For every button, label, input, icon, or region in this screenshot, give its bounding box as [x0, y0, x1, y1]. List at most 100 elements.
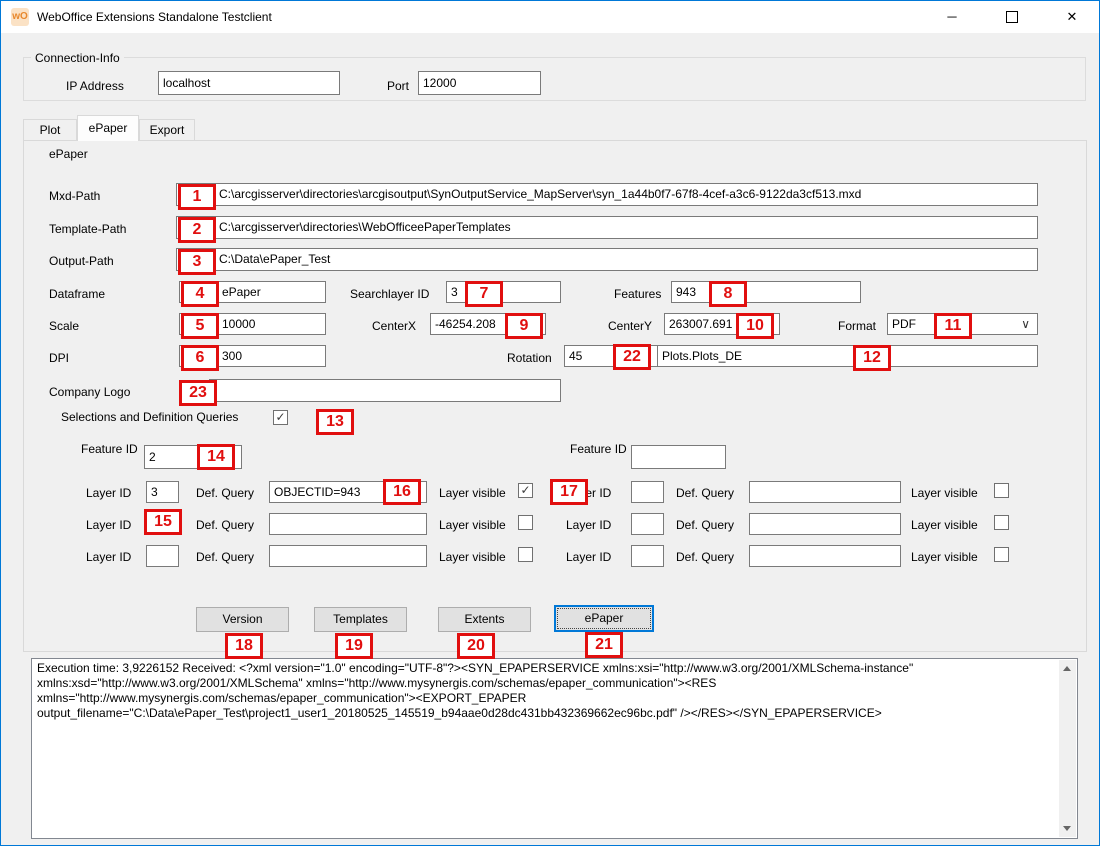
annotation-marker-2: 2: [178, 217, 216, 243]
def-query-label: Def. Query: [196, 550, 254, 564]
app-window: wO WebOffice Extensions Standalone Testc…: [0, 0, 1100, 846]
annotation-marker-8: 8: [709, 281, 747, 307]
layer-id-label: Layer ID: [566, 550, 611, 564]
epaper-button[interactable]: ePaper: [554, 605, 654, 632]
def-query-label: Def. Query: [196, 518, 254, 532]
layer-visible-label: Layer visible: [911, 486, 978, 500]
layer-id-input[interactable]: [631, 481, 664, 503]
layer-visible-checkbox[interactable]: [518, 547, 533, 562]
port-label: Port: [387, 79, 409, 93]
def-query-input[interactable]: [269, 545, 427, 567]
annotation-marker-5: 5: [181, 313, 219, 339]
layer-id-input[interactable]: 3: [146, 481, 179, 503]
annotation-marker-12: 12: [853, 345, 891, 371]
rotation-label: Rotation: [507, 351, 552, 365]
layer-visible-label: Layer visible: [439, 518, 506, 532]
layer-id-label: Layer ID: [86, 486, 131, 500]
app-icon: wO: [11, 8, 29, 26]
close-icon: ✕: [1067, 9, 1078, 24]
log-text: Execution time: 3,9226152 Received: <?xm…: [37, 661, 1055, 721]
annotation-marker-1: 1: [178, 184, 216, 210]
port-input[interactable]: 12000: [418, 71, 541, 95]
mxd-path-input[interactable]: C:\arcgisserver\directories\arcgisoutput…: [176, 183, 1038, 206]
annotation-marker-23: 23: [179, 380, 217, 406]
annotation-marker-18: 18: [225, 633, 263, 659]
layer-id-input[interactable]: [146, 545, 179, 567]
template-path-input[interactable]: C:\arcgisserver\directories\WebOfficeePa…: [176, 216, 1038, 239]
layer-visible-checkbox[interactable]: [994, 547, 1009, 562]
features-label: Features: [614, 287, 661, 301]
annotation-marker-3: 3: [178, 249, 216, 275]
scroll-up-icon[interactable]: [1063, 666, 1071, 671]
maximize-icon: [1006, 11, 1018, 23]
chevron-down-icon: ∨: [1021, 314, 1030, 334]
output-path-label: Output-Path: [49, 254, 114, 268]
selections-group-legend: Selections and Definition Queries: [57, 410, 242, 424]
annotation-marker-13: 13: [316, 409, 354, 435]
templates-button[interactable]: Templates: [314, 607, 407, 632]
layer-visible-checkbox[interactable]: [518, 515, 533, 530]
tab-plot[interactable]: Plot: [23, 119, 77, 140]
layer-id-input[interactable]: [631, 513, 664, 535]
def-query-input[interactable]: [749, 481, 901, 503]
layer-visible-checkbox[interactable]: [994, 483, 1009, 498]
layer-visible-checkbox[interactable]: [518, 483, 533, 498]
searchlayer-id-input[interactable]: 3: [446, 281, 561, 303]
annotation-marker-17: 17: [550, 479, 588, 505]
scale-label: Scale: [49, 319, 79, 333]
tab-export[interactable]: Export: [139, 119, 195, 140]
def-query-label: Def. Query: [676, 518, 734, 532]
mxd-path-label: Mxd-Path: [49, 189, 100, 203]
annotation-marker-4: 4: [181, 281, 219, 307]
annotation-marker-22: 22: [613, 344, 651, 370]
extents-button[interactable]: Extents: [438, 607, 531, 632]
layer-id-input[interactable]: [631, 545, 664, 567]
def-query-input[interactable]: [749, 545, 901, 567]
annotation-marker-9: 9: [505, 313, 543, 339]
log-output[interactable]: Execution time: 3,9226152 Received: <?xm…: [31, 658, 1078, 839]
annotation-marker-10: 10: [736, 313, 774, 339]
layer-id-label: Layer ID: [86, 550, 131, 564]
template-input[interactable]: Plots.Plots_DE: [657, 345, 1038, 367]
annotation-marker-15: 15: [144, 509, 182, 535]
annotation-marker-20: 20: [457, 633, 495, 659]
annotation-marker-11: 11: [934, 313, 972, 339]
dpi-label: DPI: [49, 351, 69, 365]
minimize-icon: ─: [947, 9, 956, 24]
ip-address-label: IP Address: [66, 79, 124, 93]
close-button[interactable]: ✕: [1049, 1, 1095, 33]
features-input[interactable]: 943: [671, 281, 861, 303]
annotation-marker-16: 16: [383, 479, 421, 505]
dataframe-label: Dataframe: [49, 287, 105, 301]
def-query-input[interactable]: [269, 513, 427, 535]
company-logo-label: Company Logo: [49, 385, 130, 399]
annotation-marker-19: 19: [335, 633, 373, 659]
centerx-label: CenterX: [372, 319, 416, 333]
feature-id-input-right[interactable]: [631, 445, 726, 469]
output-path-input[interactable]: C:\Data\ePaper_Test: [176, 248, 1038, 271]
def-query-label: Def. Query: [676, 550, 734, 564]
tab-epaper[interactable]: ePaper: [77, 115, 139, 141]
format-dropdown-value: PDF: [892, 317, 916, 331]
log-scrollbar[interactable]: [1059, 660, 1076, 837]
def-query-label: Def. Query: [676, 486, 734, 500]
version-button[interactable]: Version: [196, 607, 289, 632]
connection-info-legend: Connection-Info: [31, 51, 124, 65]
scroll-down-icon[interactable]: [1063, 826, 1071, 831]
minimize-button[interactable]: ─: [929, 1, 975, 33]
feature-id-label-left: Feature ID: [77, 442, 142, 456]
layer-visible-checkbox[interactable]: [994, 515, 1009, 530]
company-logo-input[interactable]: [209, 379, 561, 402]
layer-visible-label: Layer visible: [911, 518, 978, 532]
layer-visible-label: Layer visible: [911, 550, 978, 564]
searchlayer-id-label: Searchlayer ID: [350, 287, 429, 301]
maximize-button[interactable]: [989, 1, 1035, 33]
ip-address-input[interactable]: localhost: [158, 71, 340, 95]
feature-id-label-right: Feature ID: [566, 442, 631, 456]
selections-checkbox[interactable]: [273, 410, 288, 425]
format-label: Format: [838, 319, 876, 333]
def-query-input[interactable]: [749, 513, 901, 535]
centery-label: CenterY: [608, 319, 652, 333]
title-bar[interactable]: wO WebOffice Extensions Standalone Testc…: [1, 1, 1099, 33]
layer-id-label: Layer ID: [566, 518, 611, 532]
